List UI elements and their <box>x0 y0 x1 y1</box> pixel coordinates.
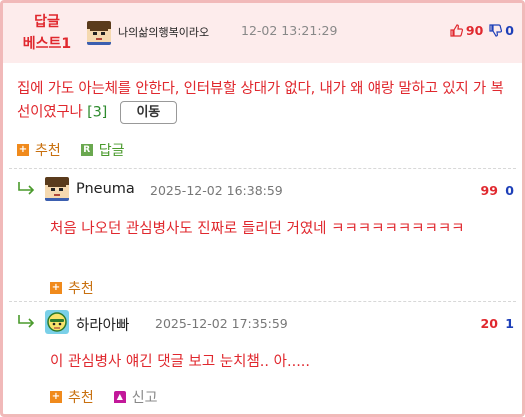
report-button[interactable]: ▲ 신고 <box>113 387 158 407</box>
plus-icon: + <box>50 282 62 294</box>
reply-arrow-icon <box>18 315 35 328</box>
avatar[interactable] <box>45 310 69 334</box>
reply-timestamp: 2025-12-02 16:38:59 <box>150 183 283 198</box>
report-label: 신고 <box>131 390 158 406</box>
divider <box>9 168 516 169</box>
reply-actions: + 추천 ▲ 신고 <box>50 387 178 407</box>
reply-timestamp: 2025-12-02 17:35:59 <box>155 316 288 331</box>
recommend-label: 추천 <box>68 281 94 297</box>
recommend-button[interactable]: + 추천 <box>17 140 61 160</box>
upvote-count: 90 <box>465 23 484 38</box>
reply-arrow-icon <box>18 182 35 195</box>
reply-button[interactable]: R 답글 <box>80 140 125 160</box>
siren-icon: ▲ <box>113 391 126 403</box>
best-badge-line2: 베스트1 <box>22 36 72 52</box>
plus-icon: + <box>17 144 29 156</box>
comment-panel: 답글 베스트1 나의삶의행복이라오 12-02 13:21:29 90 0 집에… <box>0 0 525 417</box>
avatar[interactable] <box>45 177 69 201</box>
best-actions: + 추천 R 답글 <box>17 140 145 160</box>
best-comment-header: 답글 베스트1 나의삶의행복이라오 12-02 13:21:29 90 0 <box>3 3 522 63</box>
recommend-button[interactable]: + 추천 <box>50 387 94 407</box>
upvote-count: 20 <box>480 316 498 331</box>
reply-actions: + 추천 <box>50 278 114 298</box>
reply-votes: 20 1 <box>481 316 514 331</box>
reply-nickname[interactable]: 하라아빠 <box>76 314 129 335</box>
best-nickname[interactable]: 나의삶의행복이라오 <box>118 24 209 40</box>
best-reply-badge: 답글 베스트1 <box>17 11 77 55</box>
thumbs-down-icon[interactable] <box>489 24 503 37</box>
recommend-label: 추천 <box>68 390 94 406</box>
move-button[interactable]: 이동 <box>119 101 178 124</box>
thumbs-up-icon[interactable] <box>450 24 463 37</box>
reply-votes: 99 0 <box>481 183 514 198</box>
reply-text: 이 관심병사 얘긴 댓글 보고 눈치챔.. 아..... <box>50 354 311 370</box>
downvote-count: 0 <box>505 23 514 38</box>
reply-r-icon: R <box>80 144 93 156</box>
divider <box>9 301 516 302</box>
plus-icon: + <box>50 391 62 403</box>
best-badge-line1: 답글 <box>34 14 60 30</box>
recommend-label: 추천 <box>35 143 61 159</box>
reply-text: 처음 나오던 관심병사도 진짜로 들리던 거였네 ㅋㅋㅋㅋㅋㅋㅋㅋㅋㅋ <box>50 221 465 237</box>
downvote-count: 1 <box>505 316 514 331</box>
reply-nickname[interactable]: Pneuma <box>76 181 135 197</box>
best-timestamp: 12-02 13:21:29 <box>241 23 338 38</box>
recommend-button[interactable]: + 추천 <box>50 278 94 298</box>
best-comment-text: 집에 가도 아는체를 안한다, 인터뷰할 상대가 없다, 내가 왜 얘랑 말하고… <box>17 78 512 125</box>
upvote-count: 99 <box>480 183 498 198</box>
downvote-count: 0 <box>505 183 514 198</box>
reply-label: 답글 <box>98 143 125 159</box>
avatar[interactable] <box>87 21 111 45</box>
best-votes: 90 0 <box>450 23 514 38</box>
reply-count[interactable]: [3] <box>87 105 107 121</box>
